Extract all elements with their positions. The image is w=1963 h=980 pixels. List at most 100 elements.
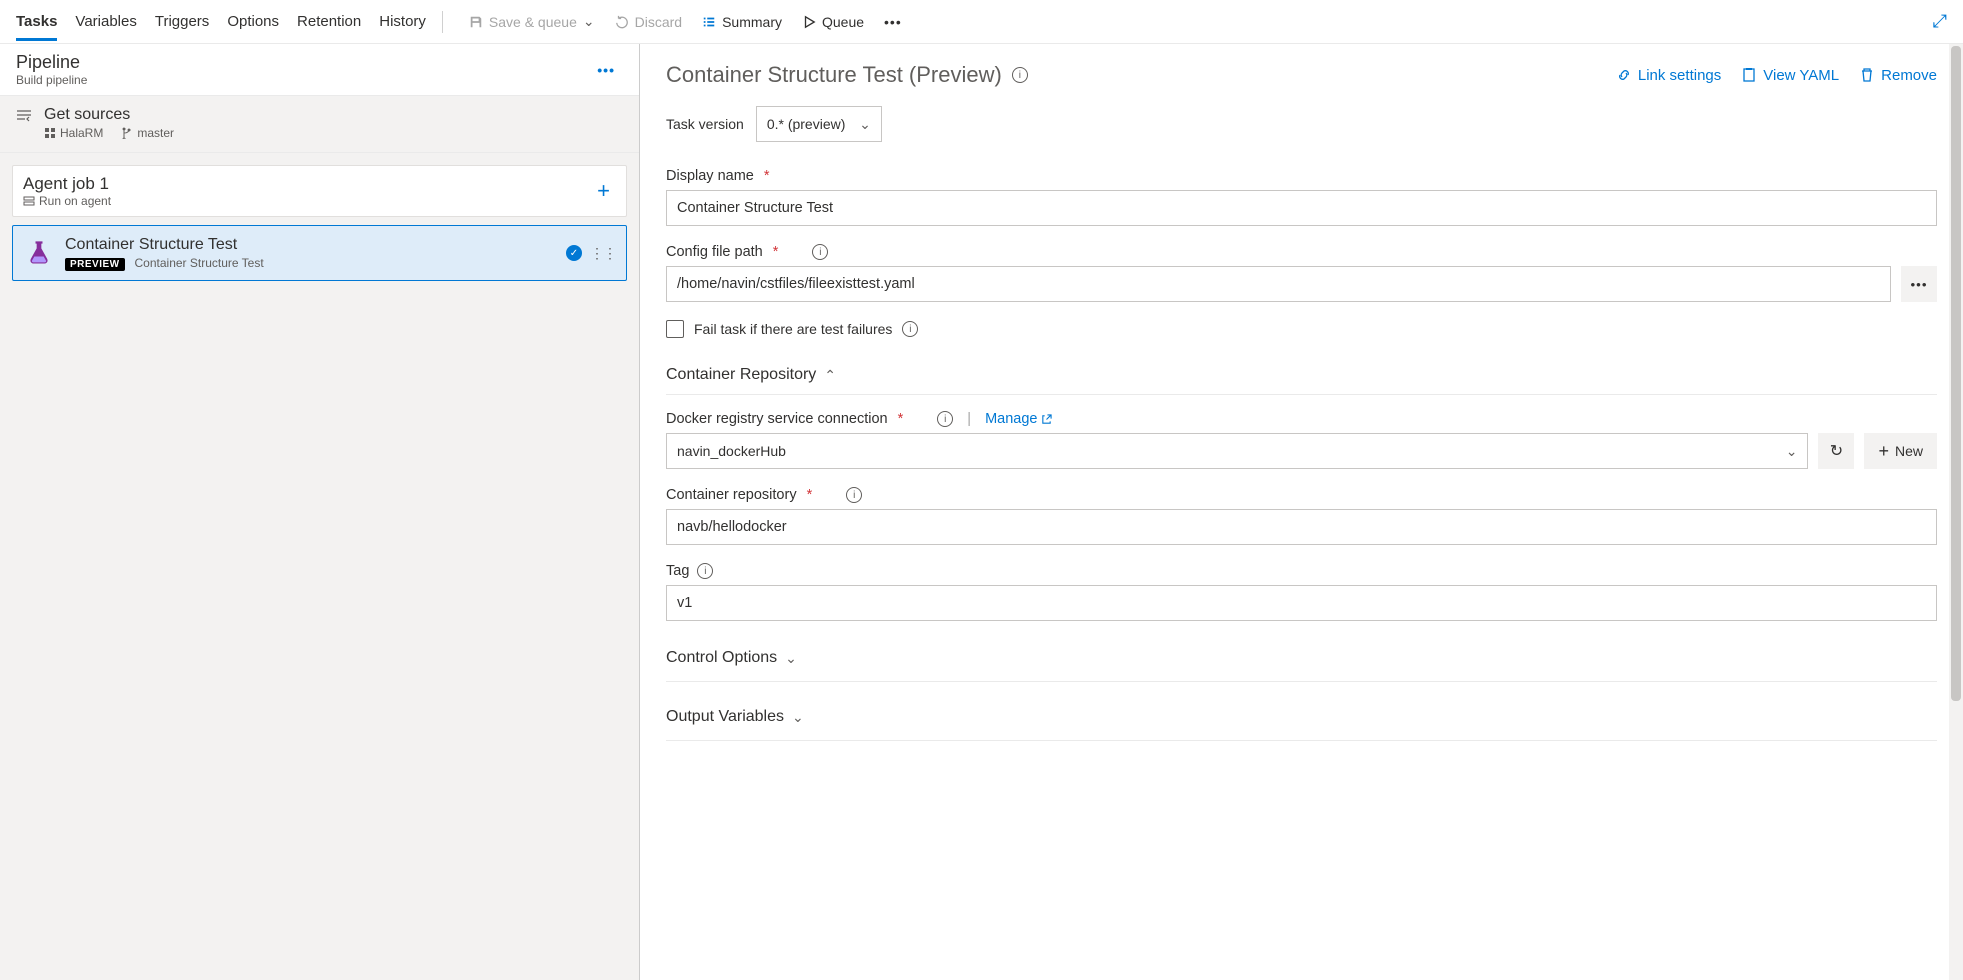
fullscreen-icon[interactable]: ⤢	[1925, 7, 1955, 36]
plus-icon: +	[1878, 441, 1889, 462]
check-icon: ✓	[566, 245, 582, 261]
tab-history[interactable]: History	[379, 3, 426, 41]
tab-triggers[interactable]: Triggers	[155, 3, 209, 41]
pipeline-subtitle: Build pipeline	[16, 73, 87, 87]
task-item-subtitle: Container Structure Test	[135, 256, 264, 270]
new-connection-button[interactable]: + New	[1864, 433, 1937, 469]
container-repo-section-label: Container Repository	[666, 366, 816, 384]
fail-task-label: Fail task if there are test failures	[694, 321, 892, 337]
config-path-label: Config file path	[666, 244, 763, 260]
info-icon[interactable]: i	[902, 321, 918, 337]
new-label: New	[1895, 443, 1923, 459]
manage-link[interactable]: Manage	[985, 411, 1052, 427]
info-icon[interactable]: i	[937, 411, 953, 427]
branch-icon	[121, 127, 133, 139]
separator	[666, 681, 1937, 682]
manage-label: Manage	[985, 411, 1037, 427]
preview-badge: PREVIEW	[65, 258, 125, 271]
output-variables-section[interactable]: Output Variables ⌄	[666, 698, 1937, 736]
add-task-icon[interactable]: +	[591, 178, 616, 204]
tag-input[interactable]	[666, 585, 1937, 621]
chevron-up-icon: ⌃	[824, 367, 836, 384]
external-link-icon	[1041, 414, 1052, 425]
get-sources-item[interactable]: Get sources HalaRM master	[0, 96, 639, 153]
config-path-input[interactable]	[666, 266, 1891, 302]
refresh-button[interactable]: ↻	[1818, 433, 1854, 469]
task-version-select[interactable]: 0.* (preview) ⌄	[756, 106, 882, 142]
pipeline-header[interactable]: Pipeline Build pipeline •••	[0, 44, 639, 96]
more-button[interactable]: •••	[874, 8, 912, 36]
container-repo-input[interactable]	[666, 509, 1937, 545]
display-name-label: Display name	[666, 168, 754, 184]
required-icon: *	[807, 487, 813, 503]
output-variables-label: Output Variables	[666, 708, 784, 726]
save-queue-button[interactable]: Save & queue ⌄	[459, 7, 605, 36]
get-sources-label: Get sources	[44, 106, 130, 124]
docker-conn-value: navin_dockerHub	[677, 443, 786, 459]
divider	[442, 11, 443, 33]
info-icon[interactable]: i	[1012, 67, 1028, 83]
link-settings-label: Link settings	[1638, 67, 1721, 84]
play-icon	[802, 15, 816, 29]
chevron-down-icon: ⌄	[583, 13, 595, 30]
chevron-down-icon: ⌄	[792, 709, 804, 726]
task-item-title: Container Structure Test	[65, 236, 264, 254]
clipboard-icon	[1741, 67, 1757, 83]
agent-job-item[interactable]: Agent job 1 Run on agent +	[12, 165, 627, 217]
view-yaml-label: View YAML	[1763, 67, 1839, 84]
save-queue-label: Save & queue	[489, 14, 577, 30]
info-icon[interactable]: i	[812, 244, 828, 260]
remove-button[interactable]: Remove	[1859, 67, 1937, 84]
display-name-input[interactable]	[666, 190, 1937, 226]
flask-icon	[23, 237, 55, 269]
task-item-container-structure-test[interactable]: Container Structure Test PREVIEW Contain…	[12, 225, 627, 281]
required-icon: *	[773, 244, 779, 260]
control-options-label: Control Options	[666, 649, 777, 667]
pipeline-tree-pane: Pipeline Build pipeline ••• Get sources …	[0, 44, 640, 980]
info-icon[interactable]: i	[697, 563, 713, 579]
tab-retention[interactable]: Retention	[297, 3, 361, 41]
container-repo-label: Container repository	[666, 487, 797, 503]
agent-job-title: Agent job 1	[23, 174, 111, 194]
summary-button[interactable]: Summary	[692, 8, 792, 36]
agent-job-subtitle: Run on agent	[39, 194, 111, 208]
docker-conn-label: Docker registry service connection	[666, 411, 888, 427]
info-icon[interactable]: i	[846, 487, 862, 503]
separator	[666, 740, 1937, 741]
separator: |	[967, 411, 971, 427]
more-icon: •••	[884, 14, 902, 30]
task-version-label: Task version	[666, 116, 744, 132]
tab-options[interactable]: Options	[227, 3, 279, 41]
summary-label: Summary	[722, 14, 782, 30]
task-title: Container Structure Test (Preview)	[666, 62, 1002, 88]
view-yaml-button[interactable]: View YAML	[1741, 67, 1839, 84]
control-options-section[interactable]: Control Options ⌄	[666, 639, 1937, 677]
more-icon: •••	[1911, 277, 1928, 292]
sources-icon	[16, 108, 34, 122]
tab-variables[interactable]: Variables	[75, 3, 136, 41]
list-icon	[702, 15, 716, 29]
browse-button[interactable]: •••	[1901, 266, 1937, 302]
task-version-value: 0.* (preview)	[767, 116, 846, 132]
task-details-pane: Container Structure Test (Preview) i Lin…	[640, 44, 1963, 980]
pipeline-title: Pipeline	[16, 52, 87, 73]
repo-icon	[44, 127, 56, 139]
required-icon: *	[898, 411, 904, 427]
docker-conn-select[interactable]: navin_dockerHub ⌄	[666, 433, 1808, 469]
drag-handle-icon[interactable]: ⋮⋮	[590, 245, 616, 262]
repo-name: HalaRM	[44, 126, 103, 140]
branch-name: master	[121, 126, 174, 140]
chevron-down-icon: ⌄	[859, 116, 871, 133]
remove-label: Remove	[1881, 67, 1937, 84]
pipeline-more-icon[interactable]: •••	[589, 58, 623, 82]
discard-button[interactable]: Discard	[605, 8, 692, 36]
scrollbar[interactable]	[1949, 44, 1963, 980]
discard-label: Discard	[635, 14, 682, 30]
server-icon	[23, 195, 35, 207]
fail-task-checkbox[interactable]	[666, 320, 684, 338]
top-toolbar: Tasks Variables Triggers Options Retenti…	[0, 0, 1963, 44]
container-repository-section[interactable]: Container Repository ⌃	[666, 356, 1937, 395]
link-settings-button[interactable]: Link settings	[1616, 67, 1721, 84]
tab-tasks[interactable]: Tasks	[16, 3, 57, 41]
queue-button[interactable]: Queue	[792, 8, 874, 36]
